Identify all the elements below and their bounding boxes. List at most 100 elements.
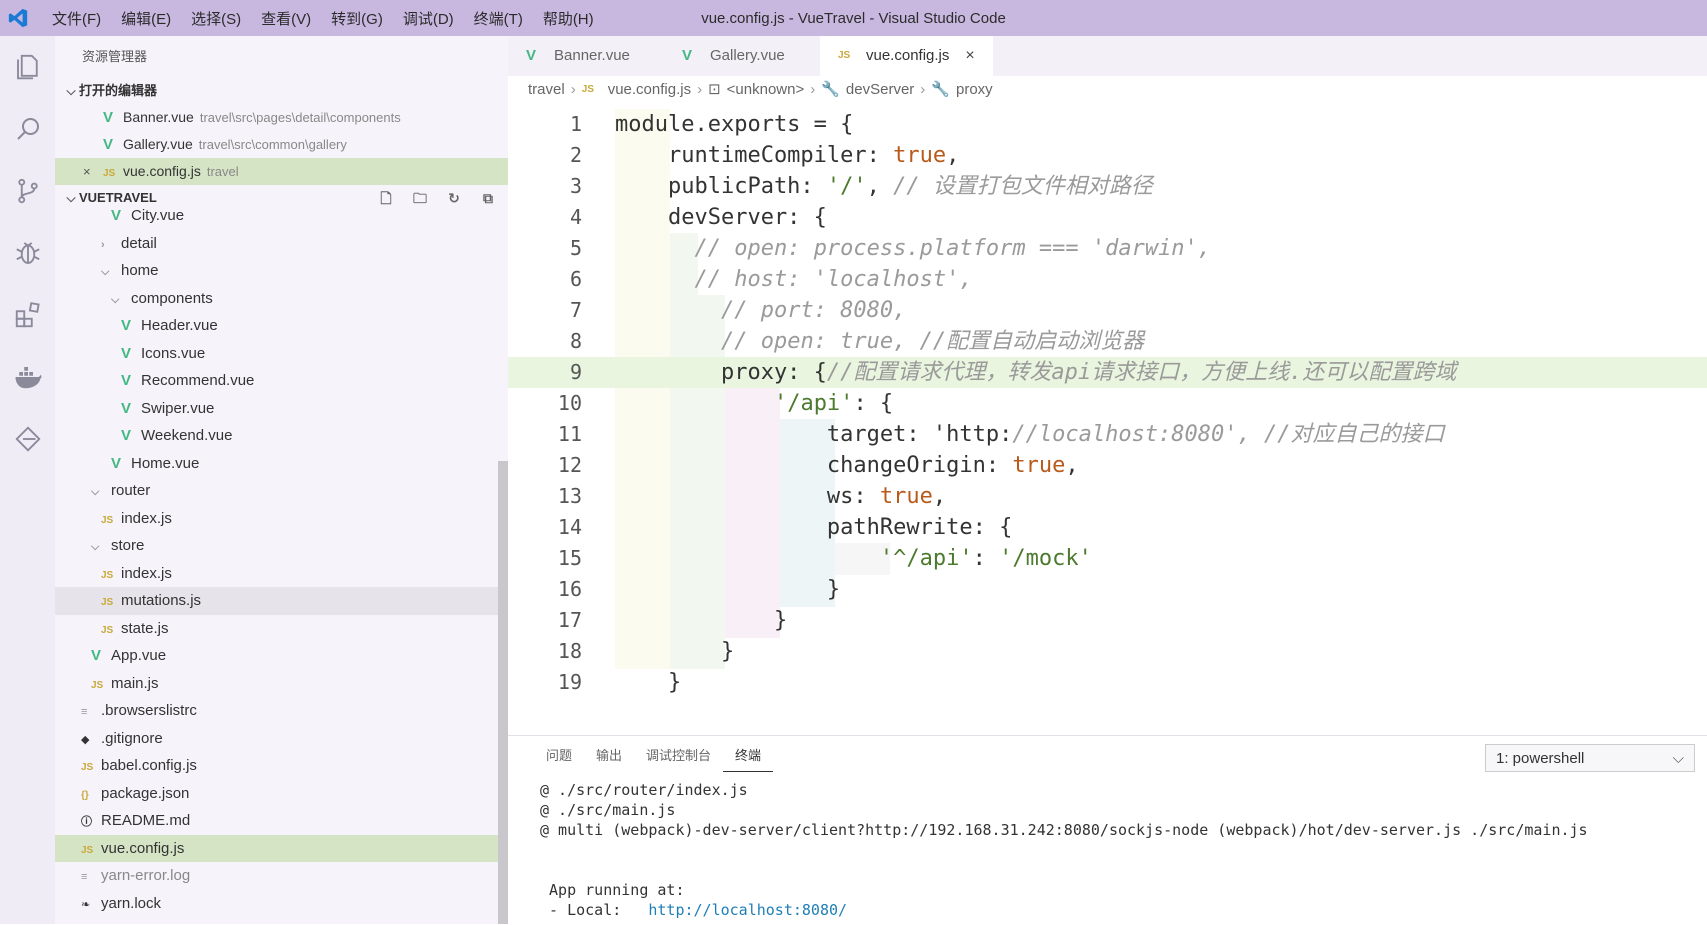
line-number: 12 xyxy=(557,453,582,477)
tree-item[interactable]: ◆ .gitignore xyxy=(55,725,508,753)
symbol-icon: ⊡ xyxy=(708,81,721,98)
tree-item[interactable]: V Swiper.vue xyxy=(55,395,508,423)
menu-item[interactable]: 选择(S) xyxy=(181,8,251,29)
menu-item[interactable]: 文件(F) xyxy=(42,8,111,29)
code-text: '/api': { xyxy=(773,391,894,416)
js-file-icon: JS xyxy=(103,168,116,179)
terminal-text: @ multi (webpack)-dev-server/client?http… xyxy=(540,821,1588,839)
tree-item[interactable]: V Icons.vue xyxy=(55,340,508,368)
panel-tab[interactable]: 输出 xyxy=(584,736,634,776)
panel-tab[interactable]: 终端 xyxy=(723,741,774,772)
open-editors-header[interactable]: ⌵ 打开的编辑器 xyxy=(55,78,508,104)
tree-item[interactable]: JS index.js xyxy=(55,505,508,533)
menu-item[interactable]: 终端(T) xyxy=(464,8,533,29)
chevron-right-icon: › xyxy=(570,81,576,98)
terminal-output[interactable]: @ ./src/router/index.js @ ./src/main.js @ … xyxy=(540,780,1588,920)
tab-gallery-vue[interactable]: V Gallery.vue xyxy=(664,36,820,76)
js-file-icon: JS xyxy=(581,84,594,95)
tree-item[interactable]: ⌵ components xyxy=(55,285,508,313)
tree-item[interactable]: V City.vue xyxy=(55,202,508,230)
tree-item-label: Home.vue xyxy=(131,454,200,472)
tree-item[interactable]: ⌵ home xyxy=(55,257,508,285)
breadcrumb-item[interactable]: <unknown> xyxy=(727,76,805,104)
tree-item[interactable]: {} package.json xyxy=(55,780,508,808)
sidebar-scrollbar[interactable] xyxy=(498,461,508,924)
code-line: 11 target: 'http://localhost:8080', //对应… xyxy=(508,419,1707,450)
breadcrumb-item[interactable]: travel xyxy=(528,76,565,104)
code-text: module.exports = { xyxy=(615,112,854,137)
chevron-right-icon: › xyxy=(101,238,105,251)
code-text: target: 'http://localhost:8080', //对应自己的… xyxy=(615,422,1445,447)
tab-banner-vue[interactable]: V Banner.vue xyxy=(508,36,664,76)
tree-item[interactable]: ⌵ router xyxy=(55,477,508,505)
code-text: } xyxy=(615,577,841,602)
docker-icon[interactable] xyxy=(0,346,55,408)
menu-item[interactable]: 帮助(H) xyxy=(533,8,604,29)
wrench-icon: 🔧 xyxy=(821,81,840,98)
menu-item[interactable]: 编辑(E) xyxy=(111,8,181,29)
tree-item[interactable]: V Home.vue xyxy=(55,450,508,478)
tree-item[interactable]: ❧ yarn.lock xyxy=(55,890,508,918)
tree-item[interactable]: ⌵ store xyxy=(55,532,508,560)
line-number: 7 xyxy=(569,298,582,322)
tree-item[interactable]: V App.vue xyxy=(55,642,508,670)
terminal-line: @ ./src/router/index.js xyxy=(540,780,1588,800)
open-editor-item[interactable]: × JS vue.config.js travel xyxy=(55,158,508,185)
line-number: 16 xyxy=(557,577,582,601)
open-editor-item[interactable]: V Gallery.vue travel\src\common\gallery xyxy=(55,131,508,158)
extensions-icon[interactable] xyxy=(0,284,55,346)
tree-item[interactable]: › detail xyxy=(55,230,508,258)
menu-item[interactable]: 转到(G) xyxy=(321,8,393,29)
code-line: 19 } xyxy=(508,667,1707,698)
tree-item[interactable]: JS state.js xyxy=(55,615,508,643)
breadcrumb-item[interactable]: devServer xyxy=(846,76,914,104)
tree-item[interactable]: JS index.js xyxy=(55,560,508,588)
tree-item[interactable]: V Header.vue xyxy=(55,312,508,340)
tree-item[interactable]: V Recommend.vue xyxy=(55,367,508,395)
breadcrumb-item[interactable]: proxy xyxy=(956,76,993,104)
code-view[interactable]: 1 module.exports = {2 runtimeCompiler: tr… xyxy=(508,109,1707,698)
tree-item[interactable]: ≡ .browserslistrc xyxy=(55,697,508,725)
close-icon[interactable]: × xyxy=(965,36,974,76)
explorer-icon[interactable] xyxy=(0,36,55,98)
tree-item[interactable]: ≡ yarn-error.log xyxy=(55,862,508,890)
panel-tab[interactable]: 问题 xyxy=(534,736,584,776)
tree-item[interactable]: V Weekend.vue xyxy=(55,422,508,450)
tree-item-label: store xyxy=(111,537,145,554)
tree-item[interactable]: JS vue.config.js xyxy=(55,834,508,862)
menu-item[interactable]: 调试(D) xyxy=(393,8,464,29)
debug-icon[interactable] xyxy=(0,222,55,284)
line-number: 14 xyxy=(557,515,582,539)
terminal-select[interactable]: 1: powershell ⌵ xyxy=(1485,744,1695,772)
search-icon[interactable] xyxy=(0,98,55,160)
open-editor-item[interactable]: V Banner.vue travel\src\pages\detail\compo… xyxy=(55,104,508,131)
close-icon[interactable]: × xyxy=(83,158,91,185)
menu-item[interactable]: 查看(V) xyxy=(251,8,321,29)
chevron-right-icon: › xyxy=(920,81,926,98)
vue-file-icon: V xyxy=(121,427,132,444)
js-file-icon: JS xyxy=(81,844,94,856)
line-number: 8 xyxy=(569,329,582,353)
source-control-icon[interactable] xyxy=(0,160,55,222)
vue-file-icon: V xyxy=(682,47,693,64)
terminal-link[interactable]: http://localhost:8080/ xyxy=(648,901,847,919)
info-icon: ⓘ xyxy=(81,816,92,828)
code-text: } xyxy=(615,670,682,695)
tab-vue-config-js[interactable]: JS vue.config.js × xyxy=(820,36,993,76)
remote-icon[interactable] xyxy=(0,408,55,470)
tree-item[interactable]: ⓘ README.md xyxy=(55,807,508,835)
text-file-icon: ≡ xyxy=(81,706,88,718)
tree-item[interactable]: JS babel.config.js xyxy=(55,752,508,780)
tree-item[interactable]: JS main.js xyxy=(55,670,508,698)
panel-tab[interactable]: 调试控制台 xyxy=(634,736,723,776)
line-number: 1 xyxy=(569,112,582,136)
sidebar-title: 资源管理器 xyxy=(82,49,148,64)
tree-item-label: index.js xyxy=(121,509,172,527)
vue-file-icon: V xyxy=(526,47,537,64)
vue-file-icon: V xyxy=(121,399,132,417)
tree-item[interactable]: JS mutations.js xyxy=(55,587,508,615)
breadcrumb-item[interactable]: vue.config.js xyxy=(608,76,691,104)
tree-item-label: components xyxy=(131,289,213,307)
